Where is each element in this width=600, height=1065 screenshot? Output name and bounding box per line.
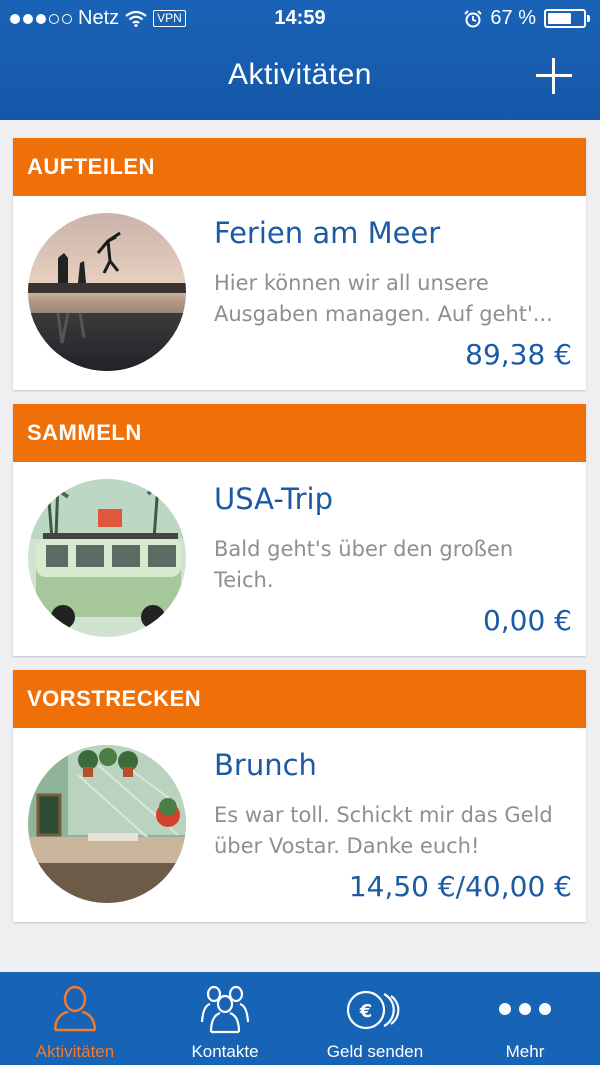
person-icon bbox=[53, 985, 97, 1032]
cafe-image bbox=[28, 745, 186, 903]
card-category: SAMMELN bbox=[13, 404, 586, 462]
card-description: Bald geht's über den großen Teich. bbox=[214, 537, 514, 592]
contacts-icon bbox=[200, 985, 250, 1034]
tab-bar: Aktivitäten Kontakte € Geld senden Mehr bbox=[0, 972, 600, 1065]
battery-icon bbox=[544, 9, 590, 28]
status-bar: Netz VPN 14:59 67 % bbox=[0, 0, 600, 38]
tab-label: Aktivitäten bbox=[35, 1042, 115, 1061]
more-dots-icon bbox=[499, 1003, 551, 1015]
card-description: Hier können wir all unsere Ausgaben mana… bbox=[214, 271, 553, 326]
card-title: USA-Trip bbox=[214, 482, 334, 516]
tab-kontakte[interactable]: Kontakte bbox=[150, 972, 300, 1065]
tab-label: Geld senden bbox=[326, 1042, 424, 1061]
svg-text:€: € bbox=[359, 1001, 373, 1022]
battery-percent: 67 % bbox=[490, 7, 536, 29]
beach-sunset-image bbox=[28, 213, 186, 371]
tab-aktivitaeten[interactable]: Aktivitäten bbox=[0, 972, 150, 1065]
card-amount: 89,38 € bbox=[465, 338, 572, 371]
activity-list: AUFTEILEN Ferien am Meer Hier können wir… bbox=[13, 138, 586, 936]
card-amount: 14,50 €/40,00 € bbox=[348, 870, 572, 903]
header: Netz VPN 14:59 67 % Aktivitäten bbox=[0, 0, 600, 120]
card-title: Ferien am Meer bbox=[214, 216, 441, 250]
activity-card-ferien[interactable]: AUFTEILEN Ferien am Meer Hier können wir… bbox=[13, 138, 586, 390]
tab-label: Mehr bbox=[505, 1042, 545, 1061]
alarm-icon bbox=[464, 9, 483, 27]
plus-icon[interactable] bbox=[536, 58, 572, 94]
card-category: VORSTRECKEN bbox=[13, 670, 586, 728]
card-amount: 0,00 € bbox=[482, 604, 572, 637]
card-description: Es war toll. Schickt mir das Geld über V… bbox=[214, 803, 553, 858]
tab-geld-senden[interactable]: € Geld senden bbox=[300, 972, 450, 1065]
tab-mehr[interactable]: Mehr bbox=[450, 972, 600, 1065]
euro-coins-icon: € bbox=[346, 990, 400, 1030]
vw-bus-image bbox=[28, 479, 186, 637]
activity-card-brunch[interactable]: VORSTRECKEN Brunch Es war toll. Schickt … bbox=[13, 670, 586, 922]
tab-label: Kontakte bbox=[191, 1042, 259, 1061]
activity-card-usa[interactable]: SAMMELN USA-Trip Bald geht's über den gr… bbox=[13, 404, 586, 656]
card-category: AUFTEILEN bbox=[13, 138, 586, 196]
page-title: Aktivitäten bbox=[228, 58, 372, 91]
card-title: Brunch bbox=[214, 748, 317, 782]
